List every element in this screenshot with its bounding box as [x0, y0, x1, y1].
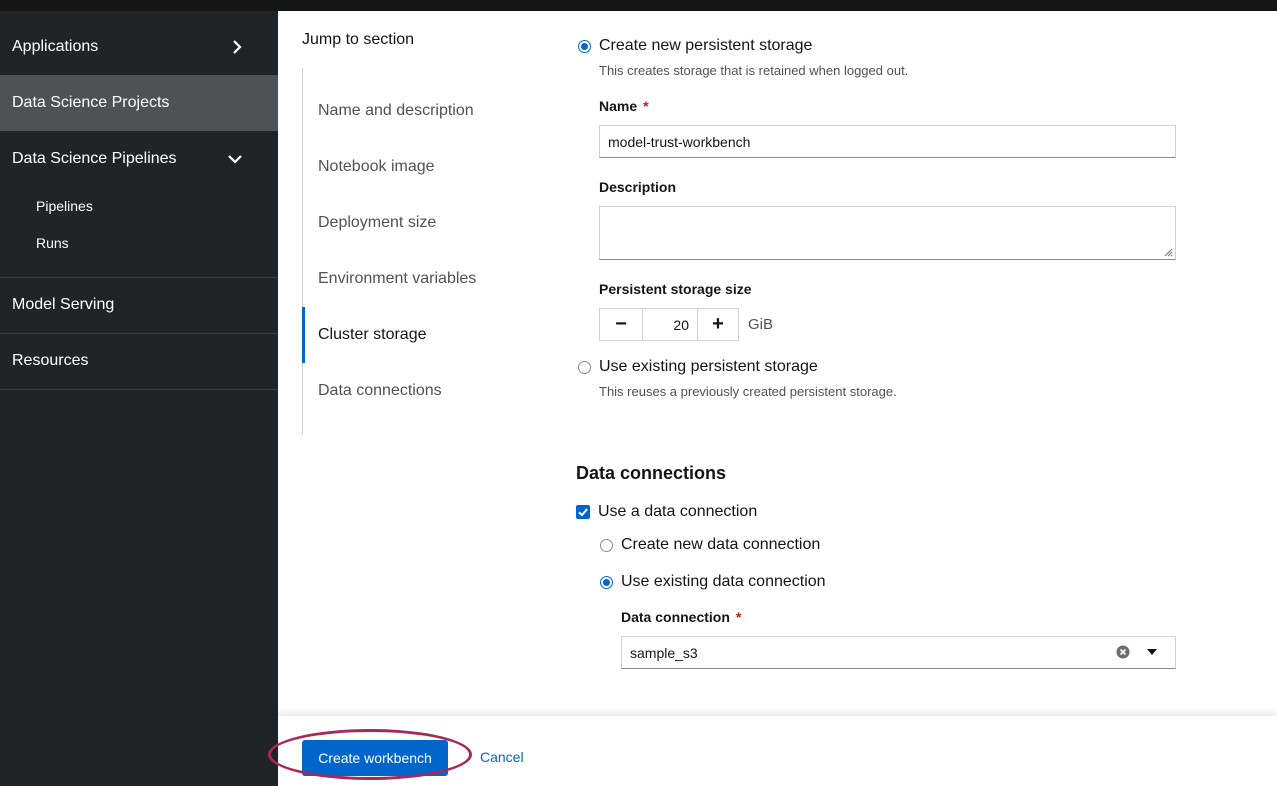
- sidebar-item-model-serving[interactable]: Model Serving: [0, 277, 278, 333]
- create-new-storage-help: This creates storage that is retained wh…: [599, 63, 909, 78]
- use-data-connection-checkbox[interactable]: [576, 505, 590, 519]
- jump-link-environment-variables[interactable]: Environment variables: [318, 270, 476, 288]
- chevron-right-icon: [233, 40, 242, 54]
- required-mark: *: [735, 609, 742, 625]
- sidebar-item-resources[interactable]: Resources: [0, 333, 278, 389]
- increment-button[interactable]: +: [697, 308, 739, 341]
- clear-icon[interactable]: [1116, 645, 1130, 659]
- sidebar-item-label: Data Science Projects: [12, 94, 170, 111]
- chevron-down-icon: [228, 155, 242, 164]
- decrement-button[interactable]: −: [599, 308, 643, 341]
- storage-name-value: model-trust-workbench: [608, 133, 751, 150]
- jump-to-section-title: Jump to section: [302, 31, 415, 48]
- select-controls: [1116, 645, 1157, 659]
- storage-name-input[interactable]: model-trust-workbench: [599, 125, 1176, 158]
- create-workbench-button[interactable]: Create workbench: [302, 740, 448, 776]
- create-new-storage-radio[interactable]: [578, 40, 591, 53]
- sidebar-subitem-pipelines[interactable]: Pipelines: [36, 198, 93, 214]
- sidebar-item-data-science-pipelines[interactable]: Data Science Pipelines: [0, 131, 278, 187]
- jump-link-deployment-size[interactable]: Deployment size: [318, 214, 436, 232]
- jump-active-indicator: [302, 307, 305, 363]
- use-existing-connection-label[interactable]: Use existing data connection: [621, 573, 826, 591]
- data-connections-title: Data connections: [576, 463, 727, 483]
- name-label: Name *: [599, 98, 649, 114]
- jump-link-cluster-storage[interactable]: Cluster storage: [318, 326, 427, 344]
- check-icon: [578, 508, 588, 517]
- jump-link-name-and-description[interactable]: Name and description: [318, 102, 474, 120]
- use-existing-storage-label[interactable]: Use existing persistent storage: [599, 358, 818, 376]
- storage-size-input[interactable]: 20: [643, 308, 697, 341]
- sidebar-item-data-science-projects[interactable]: Data Science Projects: [0, 75, 278, 131]
- jump-rail: [302, 68, 303, 435]
- top-bar: [0, 0, 1277, 11]
- sidebar-item-label: Resources: [12, 352, 89, 369]
- required-mark: *: [643, 98, 649, 114]
- sidebar-item-label: Model Serving: [12, 296, 115, 313]
- use-data-connection-label[interactable]: Use a data connection: [598, 503, 757, 521]
- create-new-connection-label[interactable]: Create new data connection: [621, 536, 820, 554]
- name-label-text: Name: [599, 98, 638, 114]
- resize-grip-icon[interactable]: [1163, 247, 1173, 257]
- plus-icon: +: [712, 313, 724, 335]
- data-connection-label: Data connection *: [621, 609, 741, 625]
- caret-down-icon[interactable]: [1147, 649, 1157, 655]
- storage-size-label: Persistent storage size: [599, 281, 752, 297]
- jump-link-notebook-image[interactable]: Notebook image: [318, 158, 435, 176]
- storage-size-unit: GiB: [748, 316, 774, 333]
- description-label: Description: [599, 179, 677, 195]
- data-connection-label-text: Data connection: [621, 609, 730, 625]
- description-textarea[interactable]: [599, 206, 1176, 260]
- sidebar-divider: [0, 389, 278, 390]
- data-connection-select[interactable]: sample_s3: [621, 636, 1176, 669]
- jump-link-data-connections[interactable]: Data connections: [318, 382, 442, 400]
- use-existing-storage-radio[interactable]: [578, 361, 591, 374]
- sidebar-item-label: Applications: [12, 38, 99, 55]
- create-new-storage-label[interactable]: Create new persistent storage: [599, 37, 812, 55]
- sidebar-subitem-runs[interactable]: Runs: [36, 235, 69, 251]
- data-connection-value: sample_s3: [630, 644, 698, 661]
- use-existing-connection-radio[interactable]: [600, 576, 613, 589]
- sidebar: Applications Data Science Projects Data …: [0, 11, 278, 786]
- cancel-button[interactable]: Cancel: [480, 749, 524, 765]
- sidebar-item-label: Data Science Pipelines: [12, 150, 177, 167]
- use-existing-storage-help: This reuses a previously created persist…: [599, 384, 897, 399]
- storage-size-value: 20: [673, 316, 689, 333]
- create-new-connection-radio[interactable]: [600, 539, 613, 552]
- sidebar-item-applications[interactable]: Applications: [0, 19, 278, 75]
- minus-icon: −: [615, 313, 627, 335]
